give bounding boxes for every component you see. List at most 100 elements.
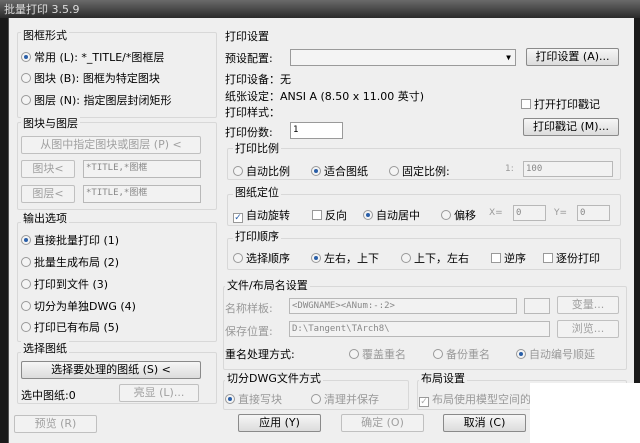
auto-rotate-checkbox[interactable]: ✓ 自动旋转	[233, 207, 290, 223]
label: 清理并保存	[324, 393, 379, 406]
highlight-button[interactable]: 亮显 (L)...	[119, 384, 199, 402]
radio-scale-auto[interactable]: 自动比例	[233, 163, 290, 179]
label: 备份重名	[446, 348, 490, 361]
radio-output-file[interactable]: 打印到文件 (3)	[21, 276, 108, 292]
rename-label: 重名处理方式:	[225, 348, 295, 361]
radio-icon	[363, 210, 373, 220]
radio-write-block[interactable]: 直接写块	[225, 391, 282, 407]
label: 自动旋转	[246, 209, 290, 222]
radio-backup[interactable]: 备份重名	[433, 346, 490, 362]
label: 直接批量打印 (1)	[34, 234, 120, 247]
radio-icon	[349, 349, 359, 359]
y-input[interactable]: 0	[577, 205, 610, 221]
checkbox-icon	[491, 253, 501, 263]
ok-button[interactable]: 确定 (O)	[341, 414, 424, 432]
label: 批量生成布局 (2)	[34, 256, 120, 269]
radio-order-lr[interactable]: 左右，上下	[311, 250, 379, 266]
variable-button[interactable]: 变量...	[557, 296, 619, 314]
print-settings-title: 打印设置	[225, 30, 269, 43]
save-location-input[interactable]: D:\Tangent\TArch8\	[289, 321, 550, 337]
reverse-checkbox[interactable]: 反向	[312, 207, 347, 223]
preset-combo[interactable]: ▼	[290, 49, 516, 66]
layer-input[interactable]: *TITLE,*图框	[83, 185, 201, 203]
x-input[interactable]: 0	[513, 205, 546, 221]
scale-title: 打印比例	[233, 140, 281, 156]
title-bar[interactable]: 批量打印 3.5.9	[0, 0, 640, 18]
radio-icon	[389, 166, 399, 176]
radio-icon	[516, 349, 526, 359]
radio-icon	[233, 253, 243, 263]
block-button[interactable]: 图块<	[21, 160, 75, 178]
layout-title: 布局设置	[419, 370, 467, 386]
radio-scale-fit[interactable]: 适合图纸	[311, 163, 368, 179]
split-title: 切分DWG文件方式	[225, 370, 323, 386]
browse-button[interactable]: 浏览...	[557, 320, 619, 338]
select-drawings-button[interactable]: 选择要处理的图纸 (S) <	[21, 361, 201, 379]
radio-purge-save[interactable]: 清理并保存	[311, 391, 379, 407]
template-input[interactable]: <DWGNAME><ANum:-:2>	[289, 298, 517, 314]
label: 覆盖重名	[362, 348, 406, 361]
cancel-button[interactable]: 取消 (C)	[443, 414, 526, 432]
radio-output-split[interactable]: 切分为单独DWG (4)	[21, 298, 136, 314]
label: 打开打印戳记	[534, 98, 600, 111]
radio-icon	[21, 52, 31, 62]
radio-order-select[interactable]: 选择顺序	[233, 250, 290, 266]
radio-icon	[233, 166, 243, 176]
overlay-blank	[530, 383, 640, 443]
radio-output-direct[interactable]: 直接批量打印 (1)	[21, 232, 119, 248]
radio-icon	[21, 257, 31, 267]
radio-icon	[311, 253, 321, 263]
ratio-input[interactable]: 100	[523, 161, 613, 177]
pick-block-layer-button[interactable]: 从图中指定图块或图层 (P) <	[21, 136, 201, 154]
radio-output-existing[interactable]: 打印已有布局 (5)	[21, 319, 119, 335]
radio-auto-number[interactable]: 自动编号顺延	[516, 346, 595, 362]
print-setup-button[interactable]: 打印设置 (A)...	[526, 48, 619, 66]
radio-scale-fixed[interactable]: 固定比例:	[389, 163, 450, 179]
label: 常用 (L): *_TITLE/*图框层	[34, 51, 165, 64]
template-label: 名称样板:	[225, 302, 273, 315]
radio-order-ud[interactable]: 上下，左右	[401, 250, 469, 266]
template-extra-input[interactable]	[524, 298, 550, 314]
stamp-button[interactable]: 打印戳记 (M)...	[523, 118, 619, 136]
radio-icon	[21, 279, 31, 289]
x-label: X=	[489, 208, 503, 218]
radio-overwrite[interactable]: 覆盖重名	[349, 346, 406, 362]
label: 适合图纸	[324, 165, 368, 178]
order-title: 打印顺序	[233, 228, 281, 244]
radio-output-layout[interactable]: 批量生成布局 (2)	[21, 254, 119, 270]
copies-input[interactable]: 1	[290, 122, 343, 139]
reverse-order-checkbox[interactable]: 逆序	[491, 250, 526, 266]
checkbox-icon: ✓	[419, 397, 429, 407]
radio-frame-common[interactable]: 常用 (L): *_TITLE/*图框层	[21, 49, 164, 65]
label: 打印已有布局 (5)	[34, 321, 120, 334]
paper-label: 纸张设定：ANSI A (8.50 x 11.00 英寸)	[225, 90, 425, 103]
checkbox-icon: ✓	[233, 213, 243, 223]
layer-button[interactable]: 图层<	[21, 185, 75, 203]
radio-frame-layer[interactable]: 图层 (N): 指定图层封闭矩形	[21, 92, 172, 108]
radio-offset[interactable]: 偏移	[441, 207, 476, 223]
label: 左右，上下	[324, 252, 379, 265]
radio-icon	[21, 322, 31, 332]
label: 反向	[325, 209, 347, 222]
device-label: 打印设备：无	[225, 73, 291, 86]
collate-checkbox[interactable]: 逐份打印	[543, 250, 600, 266]
window-title: 批量打印 3.5.9	[4, 3, 80, 16]
label: 打印到文件 (3)	[34, 278, 109, 291]
label: 固定比例:	[402, 165, 450, 178]
checkbox-icon	[543, 253, 553, 263]
label: 逐份打印	[556, 252, 600, 265]
y-label: Y=	[554, 208, 568, 218]
radio-icon	[311, 166, 321, 176]
radio-frame-block[interactable]: 图块 (B): 图框为特定图块	[21, 70, 160, 86]
block-input[interactable]: *TITLE,*图框	[83, 160, 201, 178]
layout-model-space-checkbox[interactable]: ✓ 布局使用模型空间的	[419, 391, 531, 407]
radio-icon	[225, 394, 235, 404]
ratio-label: 1:	[505, 164, 514, 174]
radio-center[interactable]: 自动居中	[363, 207, 420, 223]
apply-button[interactable]: 应用 (Y)	[238, 414, 321, 432]
label: 偏移	[454, 209, 476, 222]
block-layer-title: 图块与图层	[21, 115, 80, 131]
preview-button[interactable]: 预览 (R)	[14, 415, 97, 433]
label: 图层 (N): 指定图层封闭矩形	[34, 94, 172, 107]
stamp-checkbox[interactable]: 打开打印戳记	[521, 96, 600, 112]
